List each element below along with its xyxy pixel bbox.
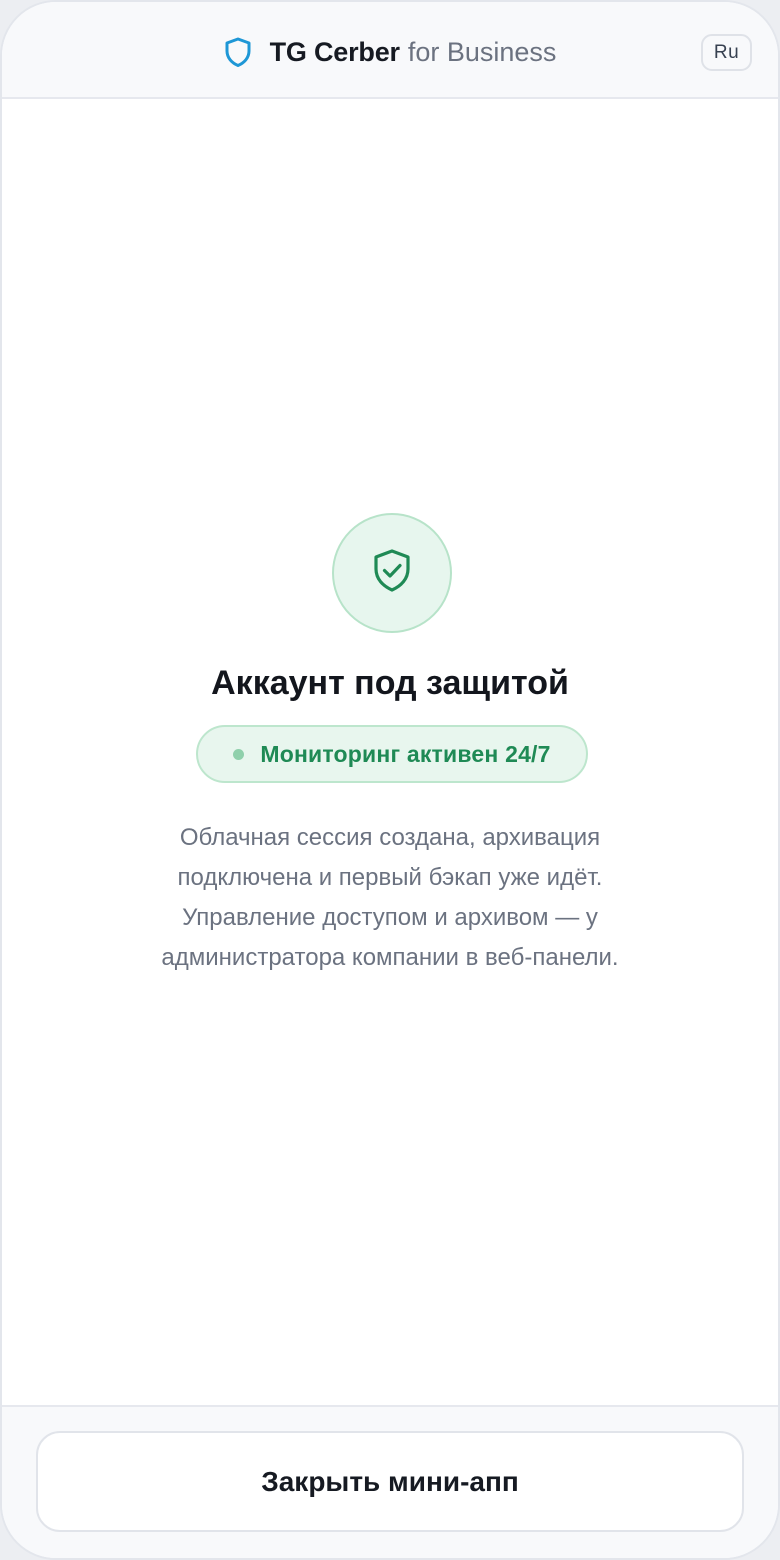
app-footer: Закрыть мини-апп xyxy=(2,1405,778,1558)
active-dot xyxy=(233,748,245,760)
brand: TG Cerber for Business xyxy=(2,32,778,72)
status-title: Аккаунт под защитой xyxy=(211,664,569,702)
shield-icon xyxy=(224,36,252,68)
shield-check-icon xyxy=(370,547,414,600)
status-badge: Мониторинг активен 24/7 xyxy=(196,725,588,783)
status-circle xyxy=(332,513,452,633)
brand-suffix: for Business xyxy=(407,36,557,67)
mini-app-window: TG Cerber for Business Ru Аккаунт под за… xyxy=(0,0,780,1560)
close-mini-app-button[interactable]: Закрыть мини-апп xyxy=(36,1431,744,1532)
app-header: TG Cerber for Business Ru xyxy=(2,2,778,99)
language-button[interactable]: Ru xyxy=(701,34,752,71)
main-content: Аккаунт под защитой Мониторинг активен 2… xyxy=(2,99,778,1405)
status-badge-label: Мониторинг активен 24/7 xyxy=(260,740,551,767)
brand-name: TG Cerber xyxy=(269,36,400,67)
status-description: Облачная сессия создана, архивация подкл… xyxy=(161,824,619,971)
